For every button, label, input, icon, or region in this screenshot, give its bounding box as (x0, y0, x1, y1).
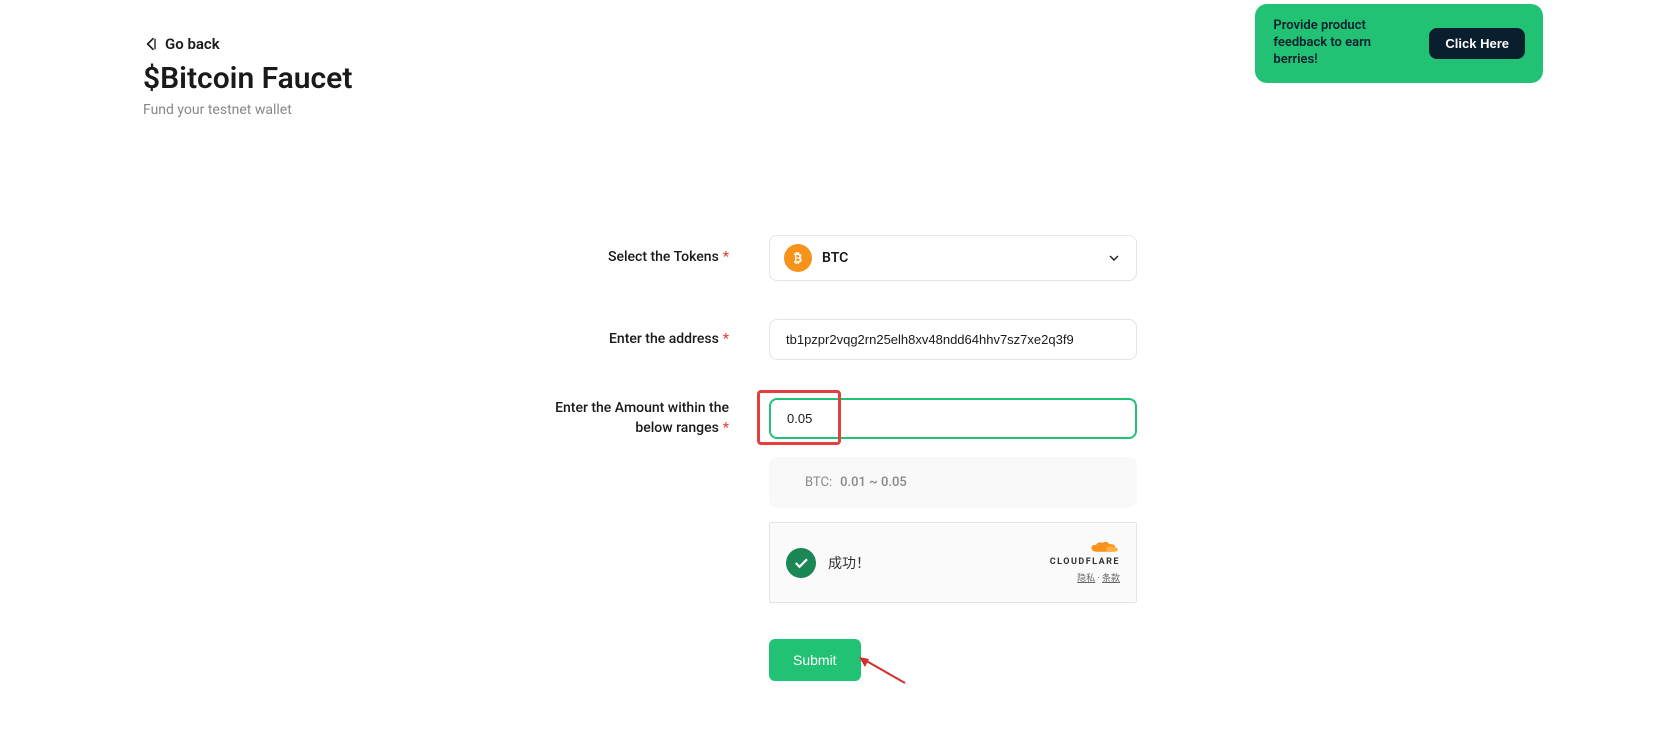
address-input[interactable] (769, 319, 1137, 360)
captcha-success-text: 成功！ (828, 553, 870, 573)
amount-input[interactable] (769, 398, 1137, 439)
token-selected-value: BTC (822, 250, 1096, 266)
amount-label: Enter the Amount within the below ranges… (537, 399, 737, 438)
page-subtitle: Fund your testnet wallet (143, 102, 352, 118)
cloudflare-brand: CLOUDFLARE 隐私 · 条款 (1050, 541, 1120, 584)
go-back-label: Go back (165, 35, 220, 53)
go-back-link[interactable]: Go back (143, 35, 352, 53)
cloudflare-label: CLOUDFLARE (1050, 557, 1120, 567)
token-select[interactable]: BTC (769, 235, 1137, 281)
cloudflare-cloud-icon (1090, 541, 1120, 555)
arrow-annotation-icon (857, 655, 907, 685)
page-title: $Bitcoin Faucet (143, 61, 352, 96)
check-circle-icon (786, 548, 816, 578)
bitcoin-icon (784, 244, 812, 272)
arrow-left-icon (143, 36, 159, 52)
submit-button[interactable]: Submit (769, 639, 861, 681)
chevron-down-icon (1106, 250, 1122, 266)
feedback-text: Provide product feedback to earn berries… (1273, 18, 1413, 69)
address-label: Enter the address* (537, 330, 737, 350)
range-info-box: BTC: 0.01 ~ 0.05 (769, 457, 1137, 508)
captcha-widget: 成功！ CLOUDFLARE 隐私 · 条款 (769, 522, 1137, 603)
feedback-banner: Provide product feedback to earn berries… (1255, 4, 1543, 83)
range-value: 0.01 ~ 0.05 (840, 475, 907, 490)
feedback-click-here-button[interactable]: Click Here (1429, 28, 1525, 59)
token-label: Select the Tokens* (537, 248, 737, 268)
cloudflare-links[interactable]: 隐私 · 条款 (1077, 571, 1120, 584)
range-label: BTC: (805, 475, 832, 490)
